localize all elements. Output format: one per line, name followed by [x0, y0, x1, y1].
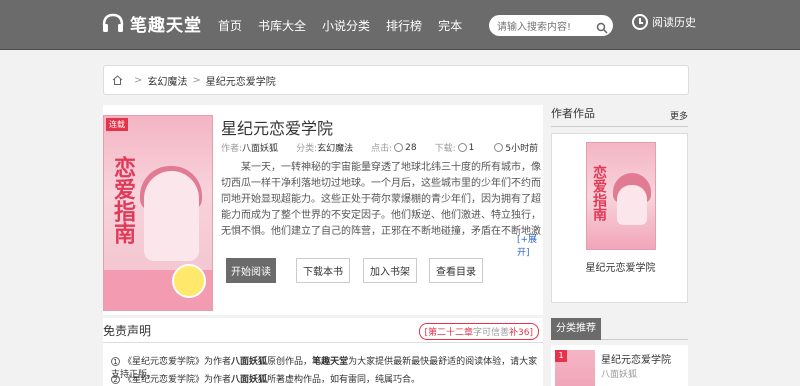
site-name: 笔趣天堂 [130, 15, 202, 36]
add-to-shelf-button[interactable]: 加入书架 [363, 258, 417, 283]
nav-finished[interactable]: 完本 [438, 17, 462, 34]
author-work-title[interactable]: 星纪元恋爱学院 [552, 259, 689, 274]
recommend-author: 八面妖狐 [601, 370, 638, 380]
clock-icon [494, 143, 504, 152]
latest-chapter-link[interactable]: [第二十二章字可信善补36] [418, 323, 539, 340]
site-ref: 笔趣天堂 [312, 357, 349, 367]
author-ref: 八面妖狐 [231, 357, 268, 367]
updated-time: 5小时前 [505, 144, 539, 154]
category-recommend-item[interactable]: 1 星纪元恋爱学院 八面妖狐 [551, 345, 688, 386]
author-works-panel: 作者作品 更多 恋爱指南 星纪元恋爱学院 [551, 105, 688, 303]
category-recommend-header: 分类推荐 [551, 318, 688, 340]
cover-badge: 连载 [106, 118, 128, 131]
latest-chapter-name: [第二十二章 [424, 328, 474, 338]
home-icon[interactable] [112, 75, 123, 85]
clock-icon [632, 14, 648, 30]
latest-chapter-extra: 补36] [509, 328, 533, 338]
nav-home[interactable]: 首页 [218, 17, 242, 34]
book-name-ref: 《星纪元恋爱学院》 [123, 375, 205, 385]
book-cover[interactable]: 连载 恋爱指南 [103, 115, 213, 311]
download-icon [457, 143, 467, 152]
author-label: 作者: [221, 144, 243, 154]
disclaimer-section: 免责声明 [第二十二章字可信善补36] 1 《星纪元恋爱学院》为作者八面妖狐原创作… [103, 318, 543, 386]
main-nav: 首页 书库大全 小说分类 排行榜 完本 [218, 17, 478, 34]
download-book-button[interactable]: 下载本书 [296, 258, 350, 283]
clicks-count: 28 [405, 142, 417, 153]
author-work-card[interactable]: 恋爱指南 星纪元恋爱学院 [551, 133, 688, 303]
latest-chapter-words: 字可信善 [473, 328, 510, 338]
list-number: 2 [111, 375, 120, 384]
downloads-count: 1 [468, 142, 475, 153]
expand-description-link[interactable]: [+展开] [517, 232, 543, 258]
start-reading-button[interactable]: 开始阅读 [226, 258, 276, 283]
top-bar: 笔趣天堂 首页 书库大全 小说分类 排行榜 完本 阅读历史 [0, 0, 800, 50]
search-icon[interactable] [596, 19, 608, 34]
text: 所著虚构作品，如有雷同，纯属巧合。 [267, 375, 421, 385]
rank-badge: 1 [555, 350, 567, 362]
author-link[interactable]: 八面妖狐 [242, 141, 278, 154]
cover-sticker [172, 264, 206, 298]
book-title: 星纪元恋爱学院 [221, 119, 334, 138]
disclaimer-header: 免责声明 [第二十二章字可信善补36] [103, 318, 543, 343]
nav-library[interactable]: 书库大全 [258, 17, 306, 34]
book-name-ref: 《星纪元恋爱学院》 [123, 357, 205, 367]
headphones-icon [100, 10, 126, 36]
list-number: 1 [111, 357, 120, 366]
breadcrumb-separator: > [134, 74, 143, 86]
reading-history-link[interactable]: 阅读历史 [632, 14, 696, 30]
author-work-cover[interactable]: 恋爱指南 [586, 142, 656, 250]
breadcrumb-book[interactable]: 星纪元恋爱学院 [206, 73, 276, 88]
recommend-title[interactable]: 星纪元恋爱学院 [601, 351, 671, 366]
text: 为作者 [204, 357, 232, 367]
fire-icon [394, 143, 404, 152]
category-recommend-tab[interactable]: 分类推荐 [551, 318, 601, 340]
recommend-cover[interactable]: 1 [555, 350, 595, 386]
cover-title: 恋爱指南 [591, 165, 607, 221]
book-info-panel: 连载 恋爱指南 星纪元恋爱学院 作者: 八面妖狐 分类: 玄幻魔法 点击: 28… [103, 105, 543, 315]
history-label: 阅读历史 [652, 16, 696, 29]
breadcrumb-category[interactable]: 玄幻魔法 [147, 73, 187, 88]
category-link[interactable]: 玄幻魔法 [317, 141, 353, 154]
more-link[interactable]: 更多 [670, 109, 688, 122]
breadcrumb-separator: > [192, 74, 201, 86]
book-meta: 作者: 八面妖狐 分类: 玄幻魔法 点击: 28 下载: 1 5小时前 [221, 141, 556, 155]
category-label: 分类: [296, 144, 318, 154]
author-works-header: 作者作品 更多 [551, 105, 688, 127]
view-toc-button[interactable]: 查看目录 [429, 258, 483, 283]
cover-character [144, 171, 199, 261]
nav-ranking[interactable]: 排行榜 [386, 17, 422, 34]
disclaimer-line-2: 2 《星纪元恋爱学院》为作者八面妖狐所著虚构作品，如有雷同，纯属巧合。 [111, 372, 420, 385]
breadcrumb: > 玄幻魔法 > 星纪元恋爱学院 [103, 65, 689, 95]
text: 为作者 [204, 375, 232, 385]
cover-character [617, 185, 647, 225]
downloads-label: 下载: [434, 144, 456, 154]
book-description: 某一天，一转神秘的宇宙能量穿透了地球北纬三十度的所有城市，像切西瓜一样干净利落地… [221, 162, 541, 237]
search-box [489, 15, 613, 38]
author-works-title: 作者作品 [551, 107, 595, 120]
author-ref: 八面妖狐 [231, 375, 268, 385]
search-input[interactable] [489, 17, 594, 38]
text: 原创作品， [267, 357, 313, 367]
nav-categories[interactable]: 小说分类 [322, 17, 370, 34]
clicks-label: 点击: [371, 144, 393, 154]
cover-title: 恋爱指南 [110, 156, 135, 244]
disclaimer-title: 免责声明 [103, 324, 152, 338]
site-logo[interactable]: 笔趣天堂 [100, 10, 202, 36]
